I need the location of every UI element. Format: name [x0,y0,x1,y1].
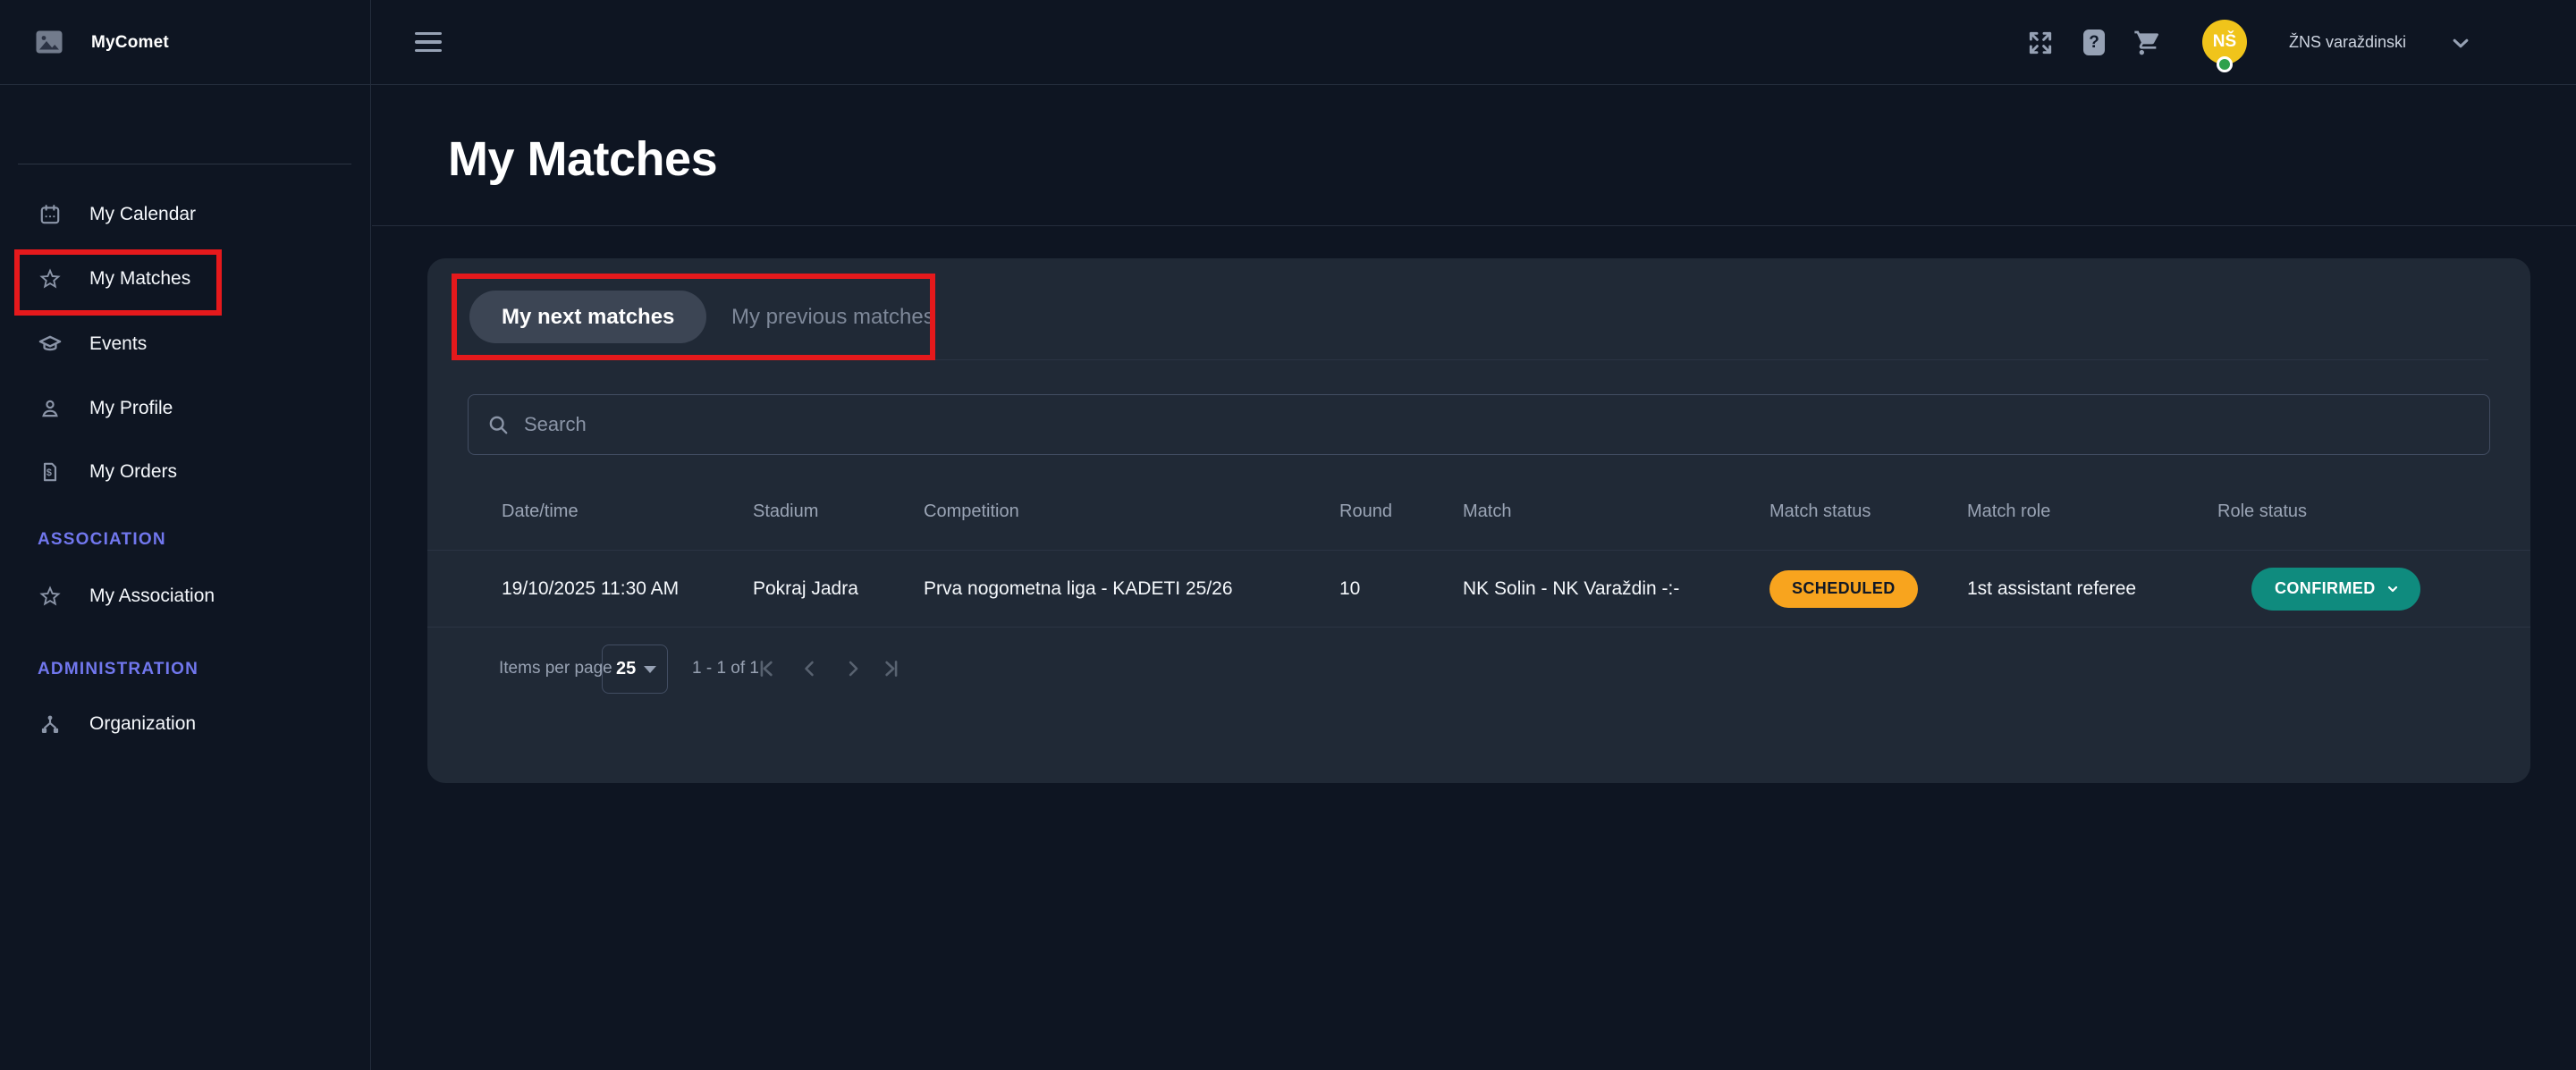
sidebar-item-my-matches[interactable]: My Matches [0,253,371,305]
column-header-stadium: Stadium [753,473,818,551]
items-per-page-select[interactable]: 25 [602,645,668,694]
items-per-page-label: Items per page [499,628,612,710]
sidebar-item-events[interactable]: Events [0,318,371,370]
fullscreen-button[interactable] [2023,0,2058,85]
sidebar-item-my-calendar[interactable]: My Calendar [0,189,371,240]
menu-icon [415,32,442,36]
caret-down-icon [644,666,656,673]
last-page-button[interactable] [879,655,906,682]
svg-text:$: $ [46,468,52,478]
paginator: Items per page 25 1 - 1 of 1 [427,628,2530,710]
presence-status-dot [2217,56,2233,72]
cart-button[interactable] [2128,0,2167,85]
star-icon [38,584,63,609]
tabs-bottom-border [469,359,2488,360]
cart-icon [2133,29,2162,57]
sidebar-item-label: My Orders [89,461,177,483]
cell-stadium: Pokraj Jadra [753,551,858,628]
organization-switcher[interactable]: ŽNS varaždinski [2289,0,2474,85]
avatar[interactable]: NŠ [2202,20,2247,64]
menu-button[interactable] [415,27,445,57]
sidebar-item-label: Events [89,333,147,355]
avatar-initials: NŠ [2213,32,2236,52]
role-status-dropdown[interactable]: CONFIRMED [2251,568,2420,611]
cell-match: NK Solin - NK Varaždin -:- [1463,551,1679,628]
sidebar-section-administration: ADMINISTRATION [38,657,198,682]
star-icon [38,266,63,291]
sidebar-section-association: ASSOCIATION [38,527,166,552]
matches-panel: My next matches My previous matches Date… [427,258,2530,783]
brand-title: MyComet [91,0,169,85]
table-header-row: Date/time Stadium Competition Round Matc… [427,473,2530,551]
header-divider [372,225,2576,226]
cell-datetime: 19/10/2025 11:30 AM [502,551,679,628]
column-header-round: Round [1339,473,1392,551]
help-icon: ? [2083,29,2105,55]
org-chart-icon [38,712,63,737]
cell-competition: Prva nogometna liga - KADETI 25/26 [924,551,1233,628]
chevron-down-icon [2447,29,2474,56]
column-header-competition: Competition [924,473,1019,551]
page-title: My Matches [448,131,717,187]
topbar: MyComet ? NŠ [0,0,2576,85]
match-status-badge: SCHEDULED [1769,570,1918,608]
sidebar-item-my-association[interactable]: My Association [0,570,371,622]
next-page-button[interactable] [840,655,866,682]
column-header-role-status: Role status [2217,473,2307,551]
column-header-match-status: Match status [1769,473,1871,551]
first-page-button[interactable] [752,655,779,682]
calendar-icon [38,202,63,227]
table-row[interactable]: 19/10/2025 11:30 AM Pokraj Jadra Prva no… [427,551,2530,628]
app-root: My Calendar My Matches Events [0,0,2576,1070]
sidebar-item-label: My Calendar [89,204,196,225]
search-input[interactable] [524,413,2489,436]
search-box [468,394,2490,455]
invoice-icon: $ [38,459,63,484]
chevron-down-icon [2385,581,2401,597]
sidebar-item-organization[interactable]: Organization [0,698,371,750]
organization-name: ŽNS varaždinski [2289,33,2406,52]
sidebar-item-label: My Matches [89,268,190,290]
column-header-datetime: Date/time [502,473,579,551]
fullscreen-icon [2026,29,2055,57]
column-header-match-role: Match role [1967,473,2050,551]
tab-my-next-matches[interactable]: My next matches [469,291,706,343]
sidebar-item-label: My Profile [89,398,173,419]
sidebar: My Calendar My Matches Events [0,0,371,1070]
column-header-match: Match [1463,473,1511,551]
search-icon [486,413,510,436]
person-icon [38,396,63,421]
graduation-cap-icon [38,332,63,357]
sidebar-item-label: My Association [89,586,215,607]
previous-page-button[interactable] [796,655,823,682]
sidebar-item-my-orders[interactable]: $ My Orders [0,446,371,498]
sidebar-item-my-profile[interactable]: My Profile [0,383,371,434]
cell-match-role: 1st assistant referee [1967,551,2136,628]
sidebar-item-label: Organization [89,713,196,735]
app-logo-placeholder-icon [36,30,63,54]
help-button[interactable]: ? [2076,0,2112,85]
tab-my-previous-matches[interactable]: My previous matches [714,291,952,343]
cell-round: 10 [1339,551,1360,628]
page-range-label: 1 - 1 of 1 [692,628,759,710]
